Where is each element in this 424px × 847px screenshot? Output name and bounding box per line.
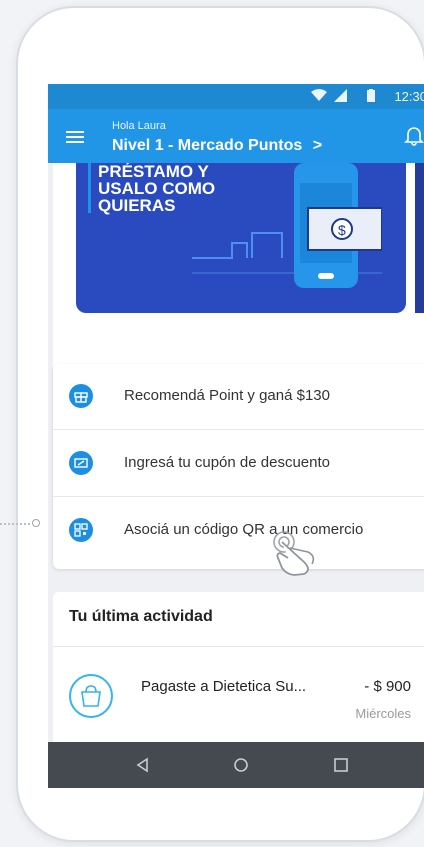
divider [53, 646, 424, 647]
level-link[interactable]: Nivel 1 - Mercado Puntos > [112, 137, 322, 155]
system-nav-bar [48, 742, 424, 788]
chevron-right-icon: > [312, 137, 323, 154]
svg-text:$: $ [338, 222, 346, 238]
annotation-dots [0, 523, 30, 525]
wifi-icon [311, 89, 327, 101]
tap-hand-icon [273, 531, 315, 576]
signal-icon [334, 89, 347, 102]
phone-frame: 12:30 Hola Laura Nivel 1 - Mercado Punto… [16, 6, 424, 842]
list-item-qr[interactable]: Asociá un código QR a un comercio [53, 498, 424, 564]
activity-title: Tu última actividad [69, 608, 213, 625]
loan-banner[interactable]: PRÉSTAMO Y USALO COMO QUIERAS $ [76, 163, 406, 313]
qr-icon [69, 518, 93, 542]
level-label: Nivel 1 - Mercado Puntos [112, 137, 303, 154]
quick-actions-card: Recomendá Point y ganá $130 Ingresá tu c… [53, 364, 424, 569]
list-item-coupon[interactable]: Ingresá tu cupón de descuento [53, 431, 424, 497]
app-bar: Hola Laura Nivel 1 - Mercado Puntos > [48, 109, 424, 163]
activity-description: Pagaste a Dietetica Su... [141, 678, 307, 695]
back-icon[interactable] [132, 754, 154, 776]
activity-date: Miércoles [355, 706, 411, 721]
gift-icon [69, 384, 93, 408]
promo-accent-bar [88, 163, 91, 213]
list-item-label: Ingresá tu cupón de descuento [124, 454, 330, 471]
battery-icon [367, 89, 375, 102]
clock: 12:30 [394, 89, 424, 104]
app-screen: 12:30 Hola Laura Nivel 1 - Mercado Punto… [48, 84, 424, 788]
activity-amount: - $ 900 [364, 678, 411, 695]
list-item-recommend[interactable]: Recomendá Point y ganá $130 [53, 364, 424, 430]
notification-bell-icon[interactable] [403, 124, 424, 146]
annotation-dot-end [32, 519, 40, 527]
greeting: Hola Laura [112, 120, 166, 132]
home-icon[interactable] [230, 754, 252, 776]
shopping-bag-icon [69, 674, 113, 718]
phone-illustration-icon: $ [192, 163, 382, 288]
list-item-label: Recomendá Point y ganá $130 [124, 387, 330, 404]
hamburger-menu-icon[interactable] [66, 131, 84, 143]
next-banner-peek[interactable] [415, 163, 424, 313]
status-bar: 12:30 [48, 84, 424, 109]
recents-icon[interactable] [330, 754, 352, 776]
coupon-icon [69, 451, 93, 475]
list-item-label: Asociá un código QR a un comercio [124, 521, 364, 538]
